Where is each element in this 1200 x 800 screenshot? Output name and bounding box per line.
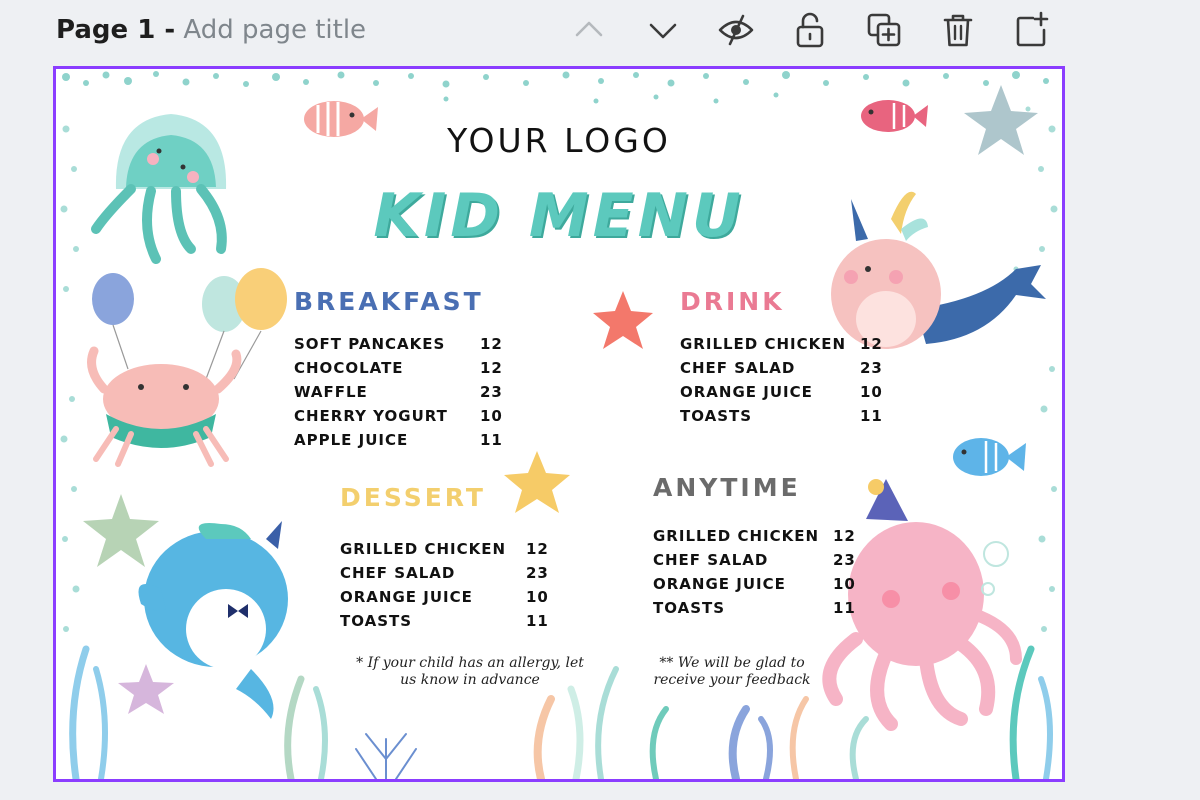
eye-off-icon [718,14,754,46]
blue-fish-illustration [953,438,1026,476]
starfish-yellow-illustration [504,451,570,513]
chevron-down-icon [649,23,677,39]
menu-item-price: 10 [833,575,856,593]
anytime-heading[interactable]: ANYTIME [653,473,801,502]
menu-item-name: ORANGE JUICE [680,383,813,401]
menu-item-price: 23 [480,383,503,401]
menu-item-name: CHOCOLATE [294,359,404,377]
lock-page-button[interactable] [790,10,830,50]
menu-item-price: 11 [833,599,856,617]
menu-item-row[interactable]: ORANGE JUICE 10 [653,575,873,597]
page-toolbar: Page 1 - Add page title [0,0,1200,62]
menu-item-name: TOASTS [653,599,726,617]
menu-item-row[interactable]: GRILLED CHICKEN 12 [653,527,873,549]
menu-item-price: 10 [526,588,549,606]
menu-item-name: GRILLED CHICKEN [653,527,820,545]
breakfast-heading[interactable]: BREAKFAST [294,287,484,316]
menu-item-price: 11 [480,431,503,449]
menu-item-price: 11 [526,612,549,630]
menu-item-price: 11 [860,407,883,425]
confetti-dots-top [62,71,1049,104]
trash-icon [943,14,973,47]
menu-item-row[interactable]: TOASTS 11 [340,612,560,634]
menu-item-name: ORANGE JUICE [340,588,473,606]
menu-item-row[interactable]: ORANGE JUICE 10 [680,383,900,405]
menu-item-price: 23 [833,551,856,569]
move-page-down-button[interactable] [643,10,683,50]
menu-item-price: 23 [526,564,549,582]
duplicate-page-icon [867,13,901,47]
chevron-up-icon [575,21,603,37]
unlock-icon [796,12,824,48]
hide-page-button[interactable] [716,10,756,50]
starfish-purple-illustration [118,664,174,714]
menu-item-row[interactable]: GRILLED CHICKEN 12 [340,540,560,562]
add-page-icon [1016,11,1049,47]
menu-item-row[interactable]: CHERRY YOGURT 10 [294,407,514,429]
starfish-green-illustration [83,494,159,567]
menu-item-price: 12 [480,335,503,353]
menu-item-price: 23 [860,359,883,377]
page-title-input[interactable]: Add page title [183,15,366,45]
menu-item-name: GRILLED CHICKEN [680,335,847,353]
page-number: Page 1 - [56,15,176,45]
menu-item-name: GRILLED CHICKEN [340,540,507,558]
delete-page-button[interactable] [938,10,978,50]
menu-item-name: TOASTS [340,612,413,630]
design-canvas[interactable]: YOUR LOGO KID MENU BREAKFAST SOFT PANCAK… [53,66,1065,782]
feedback-note[interactable]: ** We will be glad to receive your feedb… [642,655,822,689]
menu-item-price: 12 [526,540,549,558]
menu-item-price: 12 [833,527,856,545]
move-page-up-button[interactable] [569,10,609,50]
menu-title[interactable]: KID MENU [56,181,1062,251]
menu-item-row[interactable]: CHEF SALAD 23 [340,564,560,586]
menu-item-price: 10 [860,383,883,401]
menu-item-row[interactable]: SOFT PANCAKES 12 [294,335,514,357]
page-title-bar[interactable]: Page 1 - Add page title [56,13,366,47]
menu-item-row[interactable]: TOASTS 11 [653,599,873,621]
add-page-button[interactable] [1012,10,1052,50]
menu-item-name: WAFFLE [294,383,368,401]
logo-placeholder[interactable]: YOUR LOGO [56,121,1062,160]
menu-item-name: CHERRY YOGURT [294,407,448,425]
menu-item-row[interactable]: APPLE JUICE 11 [294,431,514,453]
menu-item-row[interactable]: CHOCOLATE 12 [294,359,514,381]
menu-item-row[interactable]: TOASTS 11 [680,407,900,429]
menu-item-price: 12 [860,335,883,353]
dessert-heading[interactable]: DESSERT [340,483,486,512]
drink-heading[interactable]: DRINK [680,287,785,316]
menu-item-name: ORANGE JUICE [653,575,786,593]
menu-item-row[interactable]: ORANGE JUICE 10 [340,588,560,610]
menu-item-row[interactable]: CHEF SALAD 23 [653,551,873,573]
allergy-note[interactable]: * If your child has an allergy, let us k… [350,655,590,689]
menu-item-name: SOFT PANCAKES [294,335,446,353]
menu-item-price: 12 [480,359,503,377]
menu-item-row[interactable]: WAFFLE 23 [294,383,514,405]
menu-item-name: CHEF SALAD [653,551,769,569]
starfish-coral-illustration [593,291,653,349]
menu-item-name: CHEF SALAD [680,359,796,377]
menu-item-price: 10 [480,407,503,425]
menu-item-row[interactable]: CHEF SALAD 23 [680,359,900,381]
menu-item-row[interactable]: GRILLED CHICKEN 12 [680,335,900,357]
crab-with-balloons-illustration [87,268,287,467]
duplicate-page-button[interactable] [864,10,904,50]
menu-item-name: CHEF SALAD [340,564,456,582]
menu-item-name: APPLE JUICE [294,431,409,449]
menu-item-name: TOASTS [680,407,753,425]
